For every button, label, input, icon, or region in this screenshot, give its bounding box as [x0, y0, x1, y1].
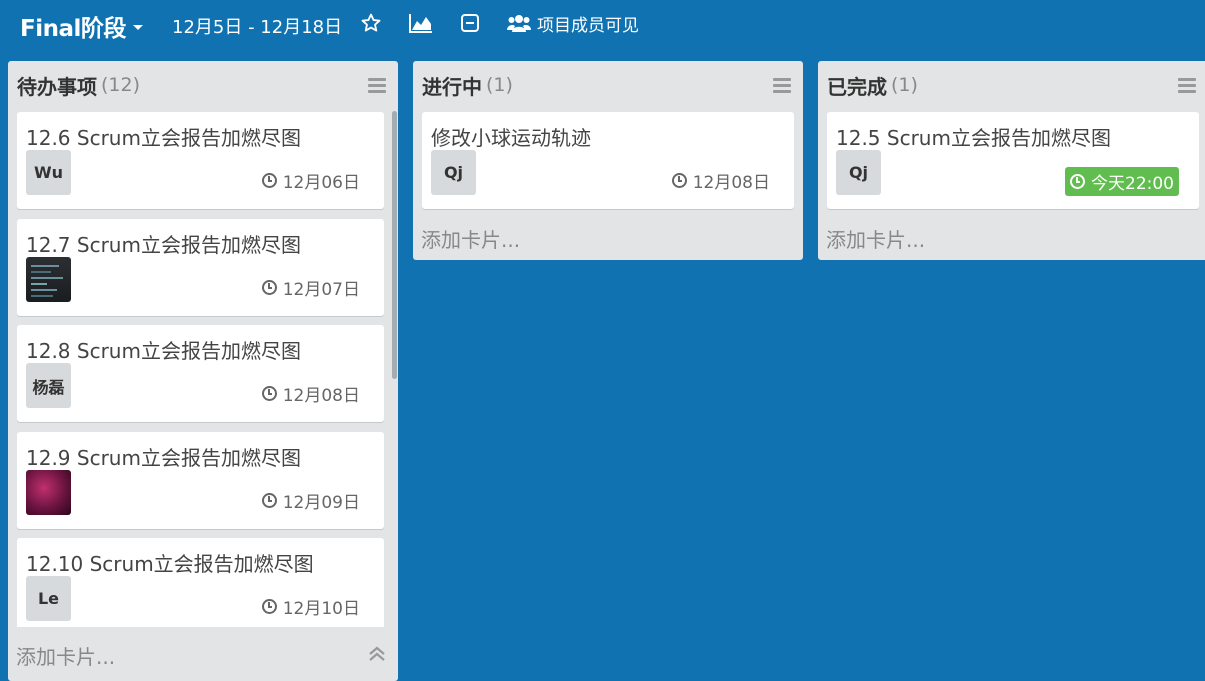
- list-scrollbar[interactable]: [392, 111, 397, 379]
- clock-icon: [261, 493, 277, 508]
- star-board-button[interactable]: [360, 10, 382, 36]
- board-chart-button[interactable]: [408, 10, 434, 36]
- due-date-badge: 12月08日: [671, 168, 770, 193]
- visibility-button[interactable]: 项目成员可见: [507, 10, 639, 36]
- avatar[interactable]: Qj: [836, 150, 881, 195]
- avatar[interactable]: Le: [26, 576, 71, 621]
- avatar[interactable]: [26, 470, 71, 515]
- due-date-text: 今天22:00: [1091, 174, 1174, 194]
- add-card-button[interactable]: 添加卡片...: [16, 641, 115, 670]
- card[interactable]: 12.9 Scrum立会报告加燃尽图 12月09日: [17, 432, 384, 529]
- clock-icon: [1070, 174, 1085, 189]
- card[interactable]: 修改小球运动轨迹 Qj 12月08日: [422, 112, 794, 209]
- list-card-count: (1): [486, 74, 513, 96]
- card-container: 12.6 Scrum立会报告加燃尽图 Wu 12月06日 12.7 Scrum立…: [8, 61, 398, 627]
- list-menu-icon[interactable]: [773, 78, 791, 93]
- clock-icon: [261, 173, 277, 188]
- due-date-badge: 12月09日: [261, 488, 360, 513]
- minus-square-icon: [461, 14, 479, 32]
- due-date-text: 12月06日: [282, 173, 360, 193]
- list-title[interactable]: 进行中: [422, 71, 482, 100]
- clock-icon: [671, 173, 687, 188]
- area-chart-icon: [409, 14, 432, 33]
- list-title[interactable]: 已完成: [827, 71, 887, 100]
- due-date-badge: 12月10日: [261, 594, 360, 619]
- card-title: 12.10 Scrum立会报告加燃尽图: [26, 552, 314, 576]
- visibility-label: 项目成员可见: [537, 15, 639, 36]
- list-menu-icon[interactable]: [1178, 78, 1196, 93]
- board-header: Final阶段 12月5日 - 12月18日 项目成员可见: [0, 0, 1205, 52]
- double-chevron-up-icon[interactable]: [368, 645, 386, 663]
- add-card-button[interactable]: 添加卡片...: [421, 224, 520, 253]
- avatar[interactable]: Qj: [431, 150, 476, 195]
- card-title: 12.6 Scrum立会报告加燃尽图: [26, 126, 301, 150]
- card[interactable]: 12.7 Scrum立会报告加燃尽图 12月07日: [17, 219, 384, 316]
- board-date-range: 12月5日 - 12月18日: [172, 17, 343, 38]
- star-icon: [361, 13, 381, 32]
- card-title: 12.5 Scrum立会报告加燃尽图: [836, 126, 1111, 150]
- list-todo: 待办事项 (12) 12.6 Scrum立会报告加燃尽图 Wu 12月06日 1…: [8, 61, 398, 681]
- due-date-text: 12月08日: [282, 386, 360, 406]
- list-header: 进行中 (1): [422, 71, 513, 99]
- card-title: 12.8 Scrum立会报告加燃尽图: [26, 339, 301, 363]
- avatar[interactable]: 杨磊: [26, 363, 71, 408]
- collapse-board-button[interactable]: [460, 10, 480, 36]
- board-title-button[interactable]: Final阶段: [20, 9, 143, 43]
- list-header: 已完成 (1): [827, 71, 918, 99]
- due-date-badge: 12月07日: [261, 275, 360, 300]
- card-title: 12.7 Scrum立会报告加燃尽图: [26, 233, 301, 257]
- list-doing: 进行中 (1) 修改小球运动轨迹 Qj 12月08日 添加卡片...: [413, 61, 803, 260]
- list-done: 已完成 (1) 12.5 Scrum立会报告加燃尽图 Qj 今天22:00 添加…: [818, 61, 1205, 260]
- due-date-badge: 12月08日: [261, 381, 360, 406]
- card-title: 12.9 Scrum立会报告加燃尽图: [26, 446, 301, 470]
- card[interactable]: 12.10 Scrum立会报告加燃尽图 Le 12月10日: [17, 538, 384, 627]
- avatar[interactable]: [26, 257, 71, 302]
- card[interactable]: 12.8 Scrum立会报告加燃尽图 杨磊 12月08日: [17, 325, 384, 422]
- card[interactable]: 12.5 Scrum立会报告加燃尽图 Qj 今天22:00: [827, 112, 1199, 209]
- clock-icon: [261, 280, 277, 295]
- avatar[interactable]: Wu: [26, 150, 71, 195]
- due-date-text: 12月10日: [282, 599, 360, 619]
- due-date-badge: 12月06日: [261, 168, 360, 193]
- due-date-text: 12月08日: [692, 173, 770, 193]
- card[interactable]: 12.6 Scrum立会报告加燃尽图 Wu 12月06日: [17, 112, 384, 209]
- users-icon: [507, 15, 531, 32]
- chevron-down-icon: [132, 24, 143, 30]
- list-card-count: (1): [891, 74, 918, 96]
- due-date-text: 12月07日: [282, 280, 360, 300]
- card-title: 修改小球运动轨迹: [431, 126, 591, 150]
- clock-icon: [261, 599, 277, 614]
- due-date-badge: 今天22:00: [1065, 167, 1179, 196]
- board-name: Final阶段: [20, 16, 126, 42]
- add-card-button[interactable]: 添加卡片...: [826, 224, 925, 253]
- clock-icon: [261, 386, 277, 401]
- due-date-text: 12月09日: [282, 493, 360, 513]
